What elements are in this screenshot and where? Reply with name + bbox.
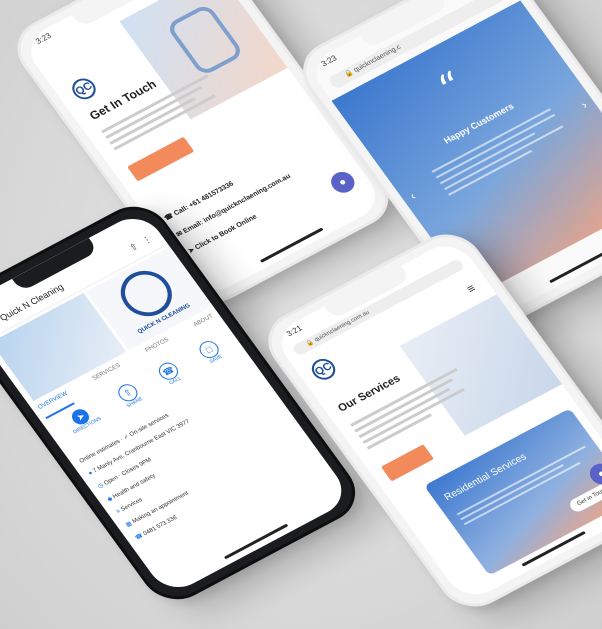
chat-icon[interactable]: ● — [326, 168, 360, 197]
directions-button[interactable]: ➤ DIRECTIONS — [63, 403, 112, 447]
get-in-touch-button[interactable]: Get in Touch — [567, 479, 602, 514]
services-cta-button[interactable] — [380, 444, 437, 485]
more-icon[interactable]: ⋮ — [140, 234, 154, 247]
profile-screen: ‹ Quick N Cleaning ⇧ ⋮ QUICK N CLEANING … — [0, 209, 353, 597]
mockup-scene: 3:23 QC Get In Touch ☎ Call: +61 4815733… — [0, 0, 602, 629]
residential-card: Residential Services Get in Touch — [424, 408, 602, 576]
save-button[interactable]: □ SAVE — [195, 338, 233, 376]
logo-icon: QC — [67, 74, 101, 104]
logo-icon: QC — [307, 355, 340, 384]
chevron-right-icon[interactable]: › — [578, 98, 590, 111]
contact-cta-button[interactable] — [127, 136, 197, 186]
share-button[interactable]: ⇧ SHARE — [114, 381, 151, 419]
share-header-icon[interactable]: ⇧ — [127, 241, 140, 254]
home-indicator — [223, 523, 289, 560]
status-time: 3:21 — [284, 323, 304, 339]
tab-about[interactable]: ABOUT — [193, 313, 221, 336]
home-indicator — [260, 227, 324, 263]
menu-icon[interactable]: ≡ — [464, 281, 479, 296]
chevron-left-icon[interactable]: ‹ — [407, 189, 419, 202]
testimonial-text — [429, 104, 571, 200]
logo: QC — [307, 355, 340, 384]
contact-intro — [99, 71, 224, 153]
lock-icon: 🔒 — [343, 69, 355, 79]
phone-line[interactable]: ☎ Call: +61 481573336 — [163, 180, 235, 223]
logo: QC — [67, 74, 101, 104]
call-button[interactable]: ☎ CALL — [155, 359, 192, 398]
status-time: 3:23 — [33, 31, 53, 46]
vacuum-shape — [165, 2, 245, 77]
status-time: 3:23 — [319, 53, 339, 69]
